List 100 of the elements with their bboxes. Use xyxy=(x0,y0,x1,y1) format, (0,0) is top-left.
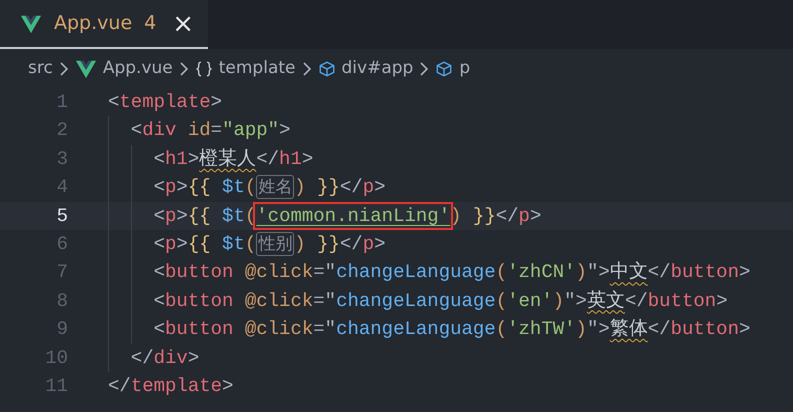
line-number: 3 xyxy=(56,146,68,172)
code-punct: "> xyxy=(586,261,610,284)
code-text: 英文 xyxy=(586,290,625,312)
code-tag: button xyxy=(648,290,716,312)
code-punct: < xyxy=(130,119,142,142)
code-paren: ) xyxy=(450,204,462,227)
breadcrumb-item[interactable]: div#app xyxy=(342,56,414,82)
code-punct: </ xyxy=(624,290,648,312)
line-number: 1 xyxy=(56,90,68,115)
code-tag: button xyxy=(165,261,234,284)
code-tag: button xyxy=(165,318,234,340)
code-attribute: @click xyxy=(244,290,314,312)
code-attribute: @click xyxy=(244,261,314,284)
line-number: 7 xyxy=(56,260,68,286)
code-text: 繁体 xyxy=(610,318,648,340)
code-punct: > xyxy=(374,176,386,198)
code-punct: < xyxy=(152,318,166,340)
code-tag: p xyxy=(518,204,530,227)
code-punct: < xyxy=(108,91,120,113)
code-brace: }} xyxy=(316,176,340,198)
code-punct: > xyxy=(222,374,234,397)
code-punct: > xyxy=(716,290,728,312)
line-number: 8 xyxy=(56,288,68,314)
code-string: 'zhCN' xyxy=(507,261,576,284)
code-punct: < xyxy=(152,290,166,312)
code-paren: ) xyxy=(294,176,306,198)
chevron-icon xyxy=(58,62,69,76)
highlighted-code: 'common.nianLing' xyxy=(256,204,450,227)
code-paren: ( xyxy=(244,204,256,227)
line-number: 6 xyxy=(56,232,68,257)
chevron-icon xyxy=(419,62,430,76)
code-tag: h1 xyxy=(165,148,188,170)
cube-icon xyxy=(435,60,454,78)
code-text: 中文 xyxy=(610,261,648,284)
code-paren: ( xyxy=(244,232,256,255)
code-punct: =" xyxy=(313,290,336,312)
breadcrumb-item[interactable]: App.vue xyxy=(102,56,173,82)
code-punct: > xyxy=(176,176,188,198)
code-tag: p xyxy=(362,232,374,255)
editor-tab[interactable]: App.vue 4 × xyxy=(0,0,208,49)
chevron-icon xyxy=(178,62,189,76)
code-brace: {{ xyxy=(188,232,212,255)
code-string: "app" xyxy=(222,119,280,142)
code-identifier: $t xyxy=(222,176,245,198)
code-punct: =" xyxy=(313,318,336,340)
code-tag: p xyxy=(165,176,176,198)
code-punct: =" xyxy=(313,261,336,284)
code-punct: </ xyxy=(496,204,519,227)
line-number: 10 xyxy=(44,346,68,371)
code-punct: </ xyxy=(108,374,131,397)
code-tag: button xyxy=(670,261,739,284)
line-number: 4 xyxy=(56,175,68,200)
code-punct: < xyxy=(152,261,166,284)
breadcrumb-item[interactable]: template xyxy=(218,56,296,82)
inlay-hint: 性别 xyxy=(256,232,294,256)
code-punct: = xyxy=(210,119,222,142)
braces-icon xyxy=(194,60,213,78)
code-punct: < xyxy=(152,148,166,170)
code-punct: </ xyxy=(340,176,363,198)
code-tag: p xyxy=(165,232,176,255)
line-number: 9 xyxy=(56,317,68,342)
code-identifier: changeLanguage xyxy=(336,261,496,284)
code-punct: > xyxy=(176,232,188,255)
breadcrumb-item[interactable]: p xyxy=(459,56,470,82)
code-paren: ( xyxy=(244,176,256,198)
code-brace: {{ xyxy=(188,204,212,227)
code-identifier: $t xyxy=(222,204,245,227)
code-punct: > xyxy=(739,261,750,284)
code-punct: </ xyxy=(648,261,671,284)
code-brace: }} xyxy=(316,232,340,255)
code-identifier: changeLanguage xyxy=(336,318,496,340)
breadcrumb-item[interactable]: src xyxy=(28,56,53,82)
code-punct: < xyxy=(152,232,166,255)
code-tag: p xyxy=(362,176,374,198)
code-tag: button xyxy=(165,290,234,312)
code-punct: > xyxy=(188,346,200,369)
code-punct: > xyxy=(176,204,188,227)
code-punct: </ xyxy=(648,318,671,340)
code-punct: "> xyxy=(564,290,587,312)
code-punct: > xyxy=(279,119,290,142)
code-punct: "> xyxy=(586,318,610,340)
code-punct: </ xyxy=(256,148,280,170)
code-brace: {{ xyxy=(188,176,212,198)
code-tag: div xyxy=(142,119,176,142)
code-punct: </ xyxy=(130,346,154,369)
code-punct: < xyxy=(152,176,166,198)
code-punct: > xyxy=(188,148,200,170)
code-paren: ) xyxy=(294,232,306,255)
line-number: 11 xyxy=(44,374,68,399)
code-paren: ( xyxy=(496,261,508,284)
close-button[interactable]: × xyxy=(172,10,194,36)
line-number: 2 xyxy=(56,118,68,144)
code-punct: > xyxy=(739,318,750,340)
code-tag: h1 xyxy=(279,148,302,170)
code-tag: template xyxy=(119,91,211,113)
code-string: 'zhTW' xyxy=(507,318,576,340)
code-string: 'en' xyxy=(507,290,553,312)
code-paren: ( xyxy=(496,290,508,312)
cube-icon xyxy=(318,60,336,78)
code-tag: p xyxy=(165,204,176,227)
